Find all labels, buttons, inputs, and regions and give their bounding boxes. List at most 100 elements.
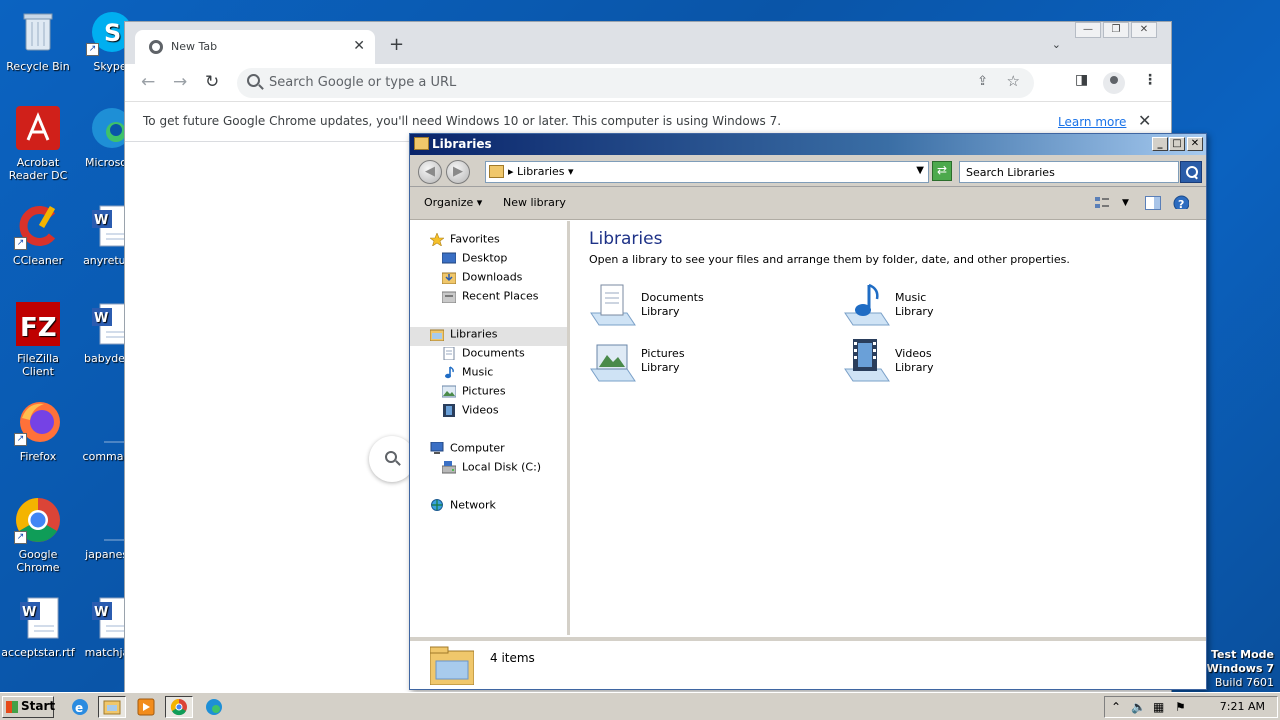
share-icon[interactable]: ⇪ xyxy=(977,74,988,89)
media-player-icon[interactable] xyxy=(132,696,160,718)
svg-text:W: W xyxy=(94,311,108,326)
start-label: Start xyxy=(21,699,56,713)
desktop-icon-acceptstar[interactable]: W acceptstar.rtf xyxy=(0,594,76,659)
nav-pictures[interactable]: Pictures xyxy=(441,384,506,403)
desktop-icon-label: CCleaner xyxy=(12,254,64,267)
new-tab-button[interactable]: + xyxy=(389,34,404,55)
nav-recent-places[interactable]: Recent Places xyxy=(441,289,539,308)
infobar-close-icon[interactable]: ✕ xyxy=(1138,111,1151,130)
clock[interactable]: 7:21 AM xyxy=(1220,700,1265,713)
library-videos[interactable]: Videos Library xyxy=(843,339,1043,387)
desktop-icon-acrobat[interactable]: Acrobat Reader DC xyxy=(0,104,76,182)
library-name: Documents xyxy=(641,291,704,304)
library-name: Videos xyxy=(895,347,932,360)
chrome-icon xyxy=(170,698,187,716)
tab-search-chevron-icon[interactable]: ⌄ xyxy=(1052,38,1061,51)
nav-label: Local Disk (C:) xyxy=(462,460,542,474)
address-dropdown-icon[interactable]: ▼ xyxy=(916,165,924,176)
nav-favorites[interactable]: Favorites xyxy=(429,231,500,251)
search-icon[interactable] xyxy=(1180,161,1202,183)
filezilla-icon: FZ xyxy=(14,300,62,348)
pictures-icon xyxy=(441,385,457,398)
search-icon xyxy=(247,74,260,87)
new-library-button[interactable]: New library xyxy=(503,196,566,209)
desktop-icon-label: acceptstar.rtf xyxy=(1,646,75,659)
windows-version-line: Windows 7 xyxy=(1206,662,1274,675)
help-icon[interactable]: ? xyxy=(1173,195,1189,209)
reload-icon[interactable]: ↻ xyxy=(205,72,219,92)
content-subtitle: Open a library to see your files and arr… xyxy=(589,253,1070,266)
search-placeholder: Search Libraries xyxy=(966,166,1055,179)
nav-documents[interactable]: Documents xyxy=(442,346,525,365)
start-button[interactable]: Start xyxy=(2,696,56,718)
nav-local-disk[interactable]: Local Disk (C:) xyxy=(441,460,542,479)
desktop-icon-recycle-bin[interactable]: Recycle Bin xyxy=(0,8,76,73)
internet-explorer-icon[interactable]: e xyxy=(66,696,94,718)
nav-label: Pictures xyxy=(462,384,506,398)
close-window-button[interactable]: ✕ xyxy=(1131,22,1157,38)
bookmark-star-icon[interactable]: ☆ xyxy=(1007,72,1020,90)
nav-downloads[interactable]: Downloads xyxy=(441,270,522,289)
tab-close-icon[interactable]: ✕ xyxy=(353,38,365,54)
nav-desktop[interactable]: Desktop xyxy=(441,251,507,270)
close-button[interactable]: ✕ xyxy=(1187,137,1203,151)
desktop-icon-label: Recycle Bin xyxy=(6,60,70,73)
libraries-folder-icon xyxy=(430,646,474,685)
file-explorer-icon xyxy=(103,700,121,715)
svg-text:W: W xyxy=(94,213,108,228)
learn-more-link[interactable]: Learn more xyxy=(1058,115,1126,129)
forward-button[interactable]: ▶ xyxy=(446,160,470,184)
desktop-icon-filezilla[interactable]: FZ FileZilla Client xyxy=(0,300,76,378)
profile-avatar-icon[interactable] xyxy=(1103,72,1125,94)
library-type: Library xyxy=(895,361,934,374)
library-name: Music xyxy=(895,291,927,304)
action-center-flag-icon[interactable]: ⚑ xyxy=(1175,700,1186,714)
nav-network[interactable]: Network xyxy=(430,498,496,517)
change-view-icon[interactable] xyxy=(1094,196,1110,210)
desktop-icon-ccleaner[interactable]: ↗ CCleaner xyxy=(0,202,76,267)
back-arrow-icon[interactable]: ← xyxy=(141,72,155,92)
pictures-library-icon xyxy=(590,344,636,382)
nav-videos[interactable]: Videos xyxy=(442,403,499,422)
desktop-icon-label: Acrobat Reader DC xyxy=(8,156,68,182)
desktop-icon-firefox[interactable]: ↗ Firefox xyxy=(0,398,76,463)
preview-pane-icon[interactable] xyxy=(1145,196,1161,210)
desktop-icon-chrome[interactable]: ↗ Google Chrome xyxy=(0,496,76,574)
volume-icon[interactable]: 🔈 xyxy=(1131,700,1146,714)
svg-text:W: W xyxy=(22,605,36,620)
tray-expand-icon[interactable]: ⌃ xyxy=(1111,700,1121,714)
side-panel-icon[interactable]: ◨ xyxy=(1075,72,1088,88)
taskbar-explorer-button[interactable] xyxy=(98,696,126,718)
maximize-button[interactable]: □ xyxy=(1169,137,1185,151)
omnibox[interactable]: Search Google or type a URL ⇪ ☆ xyxy=(237,68,1034,98)
nav-music[interactable]: Music xyxy=(442,365,493,384)
network-tray-icon[interactable]: ▦ xyxy=(1153,700,1164,714)
minimize-button[interactable]: — xyxy=(1075,22,1101,38)
nav-computer[interactable]: Computer xyxy=(430,441,505,460)
test-mode-line: Test Mode xyxy=(1211,648,1274,661)
minimize-button[interactable]: _ xyxy=(1152,137,1168,151)
library-type: Library xyxy=(895,305,934,318)
nav-libraries[interactable]: Libraries xyxy=(410,327,567,346)
search-libraries-input[interactable]: Search Libraries xyxy=(959,161,1179,183)
restore-button[interactable]: ❐ xyxy=(1103,22,1129,38)
item-count: 4 items xyxy=(490,651,535,665)
library-documents[interactable]: Documents Library xyxy=(589,283,789,331)
address-bar[interactable]: ▸ Libraries ▾ ▼ xyxy=(485,161,929,183)
downloads-icon xyxy=(441,271,457,284)
edge-icon[interactable] xyxy=(200,696,228,718)
nav-label: Recent Places xyxy=(462,289,539,303)
menu-kebab-icon[interactable]: ⋮ xyxy=(1143,72,1157,88)
library-music[interactable]: Music Library xyxy=(843,283,1043,331)
taskbar-chrome-button[interactable] xyxy=(165,696,193,718)
forward-arrow-icon[interactable]: → xyxy=(173,72,187,92)
view-dropdown-icon[interactable]: ▼ xyxy=(1122,198,1129,208)
breadcrumb[interactable]: ▸ Libraries ▾ xyxy=(508,165,574,178)
library-pictures[interactable]: Pictures Library xyxy=(589,339,789,387)
refresh-button[interactable]: ⇄ xyxy=(932,161,952,181)
explorer-window: Libraries _ □ ✕ ◀ ▶ ▸ Libraries ▾ ▼ ⇄ Se… xyxy=(409,133,1207,690)
chrome-tab[interactable]: New Tab ✕ xyxy=(135,30,375,64)
svg-text:e: e xyxy=(75,701,83,715)
back-button[interactable]: ◀ xyxy=(418,160,442,184)
organize-button[interactable]: Organize ▾ xyxy=(424,196,482,209)
